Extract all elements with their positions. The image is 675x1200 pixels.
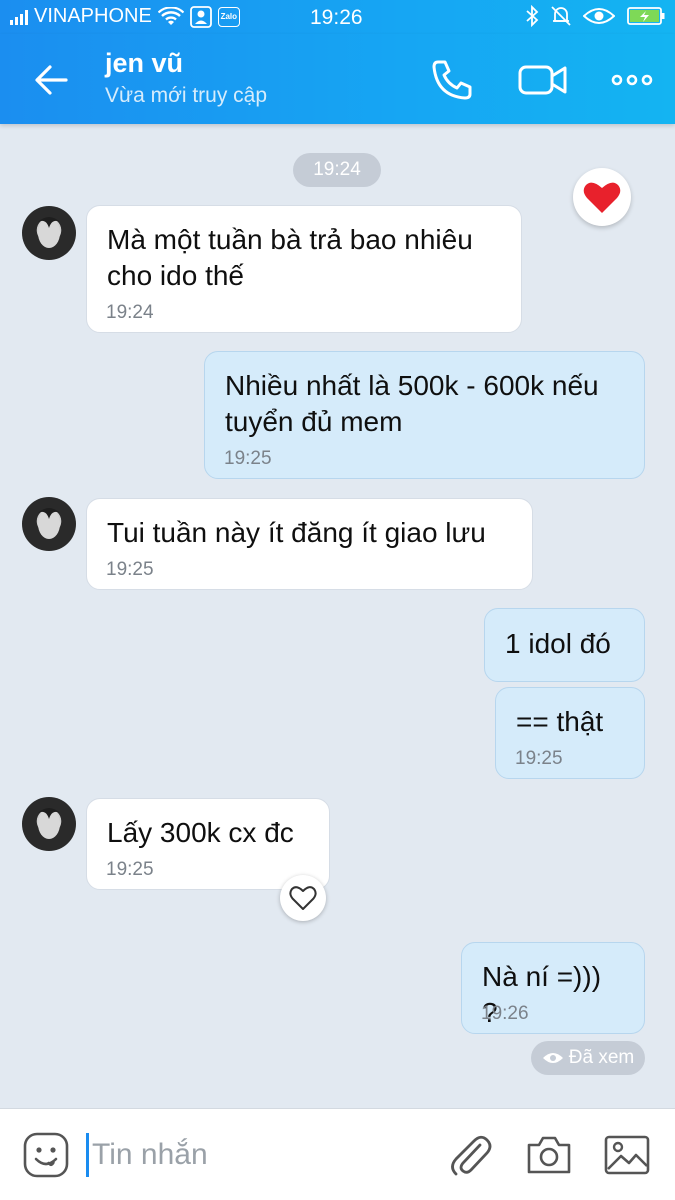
message-input-bar — [0, 1108, 675, 1200]
message-time: 19:25 — [106, 559, 154, 580]
contact-status: Vừa mới truy cập — [105, 84, 268, 107]
more-dots-icon — [611, 74, 653, 86]
camera-button[interactable] — [525, 1131, 573, 1179]
heart-icon — [583, 182, 621, 213]
video-call-button[interactable] — [517, 56, 569, 104]
react-heart-button[interactable] — [280, 875, 326, 921]
message-bubble[interactable]: == thật 19:25 — [495, 687, 645, 779]
message-text: 1 idol đó — [505, 628, 611, 659]
message-time: 19:24 — [106, 302, 154, 323]
message-text: Lấy 300k cx đc — [107, 817, 294, 848]
avatar[interactable] — [22, 497, 76, 551]
video-camera-icon — [518, 65, 567, 95]
message-bubble[interactable]: Mà một tuần bà trả bao nhiêu cho ido thế… — [86, 205, 522, 333]
phone-icon — [432, 60, 472, 100]
download-icon — [189, 5, 212, 28]
zalo-icon: Zalo — [217, 6, 240, 27]
back-button[interactable] — [30, 58, 74, 102]
avatar[interactable] — [22, 797, 76, 851]
status-time: 19:26 — [310, 6, 363, 29]
camera-icon — [527, 1136, 571, 1174]
message-time: 19:25 — [515, 748, 563, 769]
bluetooth-icon — [526, 5, 539, 27]
mute-bell-icon — [551, 6, 571, 26]
message-text: Mà một tuần bà trả bao nhiêu cho ido thế — [107, 224, 473, 291]
battery-charging-icon — [627, 7, 665, 25]
message-text: == thật — [516, 706, 604, 737]
message-text: Nhiều nhất là 500k - 600k nếu tuyển đủ m… — [225, 370, 599, 437]
gallery-button[interactable] — [603, 1131, 651, 1179]
emoji-icon — [23, 1132, 69, 1178]
seen-status: Đã xem — [531, 1041, 645, 1075]
avatar[interactable] — [22, 206, 76, 260]
status-bar: VINAPHONE Zalo 19:26 — [0, 0, 675, 34]
heart-outline-icon — [289, 886, 317, 910]
message-bubble[interactable]: Tui tuần này ít đăng ít giao lưu 19:25 — [86, 498, 533, 590]
paperclip-icon — [451, 1135, 492, 1176]
back-arrow-icon — [35, 65, 68, 95]
message-time: 19:25 — [224, 448, 272, 469]
eye-comfort-icon — [583, 8, 615, 24]
image-icon — [604, 1135, 650, 1175]
message-bubble[interactable]: 1 idol đó — [484, 608, 645, 682]
contact-name[interactable]: jen vũ — [105, 48, 183, 79]
message-time: 19:25 — [106, 859, 154, 880]
more-options-button[interactable] — [610, 56, 658, 104]
reaction-heart-button[interactable] — [573, 168, 631, 226]
message-text: Tui tuần này ít đăng ít giao lưu — [107, 517, 486, 548]
text-cursor — [86, 1133, 89, 1177]
time-divider: 19:24 — [293, 153, 381, 187]
chat-header: jen vũ Vừa mới truy cập — [0, 34, 675, 124]
seen-label: Đã xem — [568, 1047, 635, 1068]
wifi-icon — [157, 6, 184, 25]
attach-button[interactable] — [446, 1131, 494, 1179]
eye-icon — [542, 1053, 563, 1063]
message-bubble[interactable]: Nhiều nhất là 500k - 600k nếu tuyển đủ m… — [204, 351, 645, 479]
signal-icon — [10, 9, 28, 25]
message-input[interactable] — [92, 1135, 432, 1175]
voice-call-button[interactable] — [428, 56, 476, 104]
message-bubble[interactable]: Nà ní =))) ? 19:26 — [461, 942, 645, 1034]
carrier-name: VINAPHONE — [34, 5, 152, 27]
sticker-button[interactable] — [22, 1131, 70, 1179]
message-time: 19:26 — [481, 1003, 529, 1024]
